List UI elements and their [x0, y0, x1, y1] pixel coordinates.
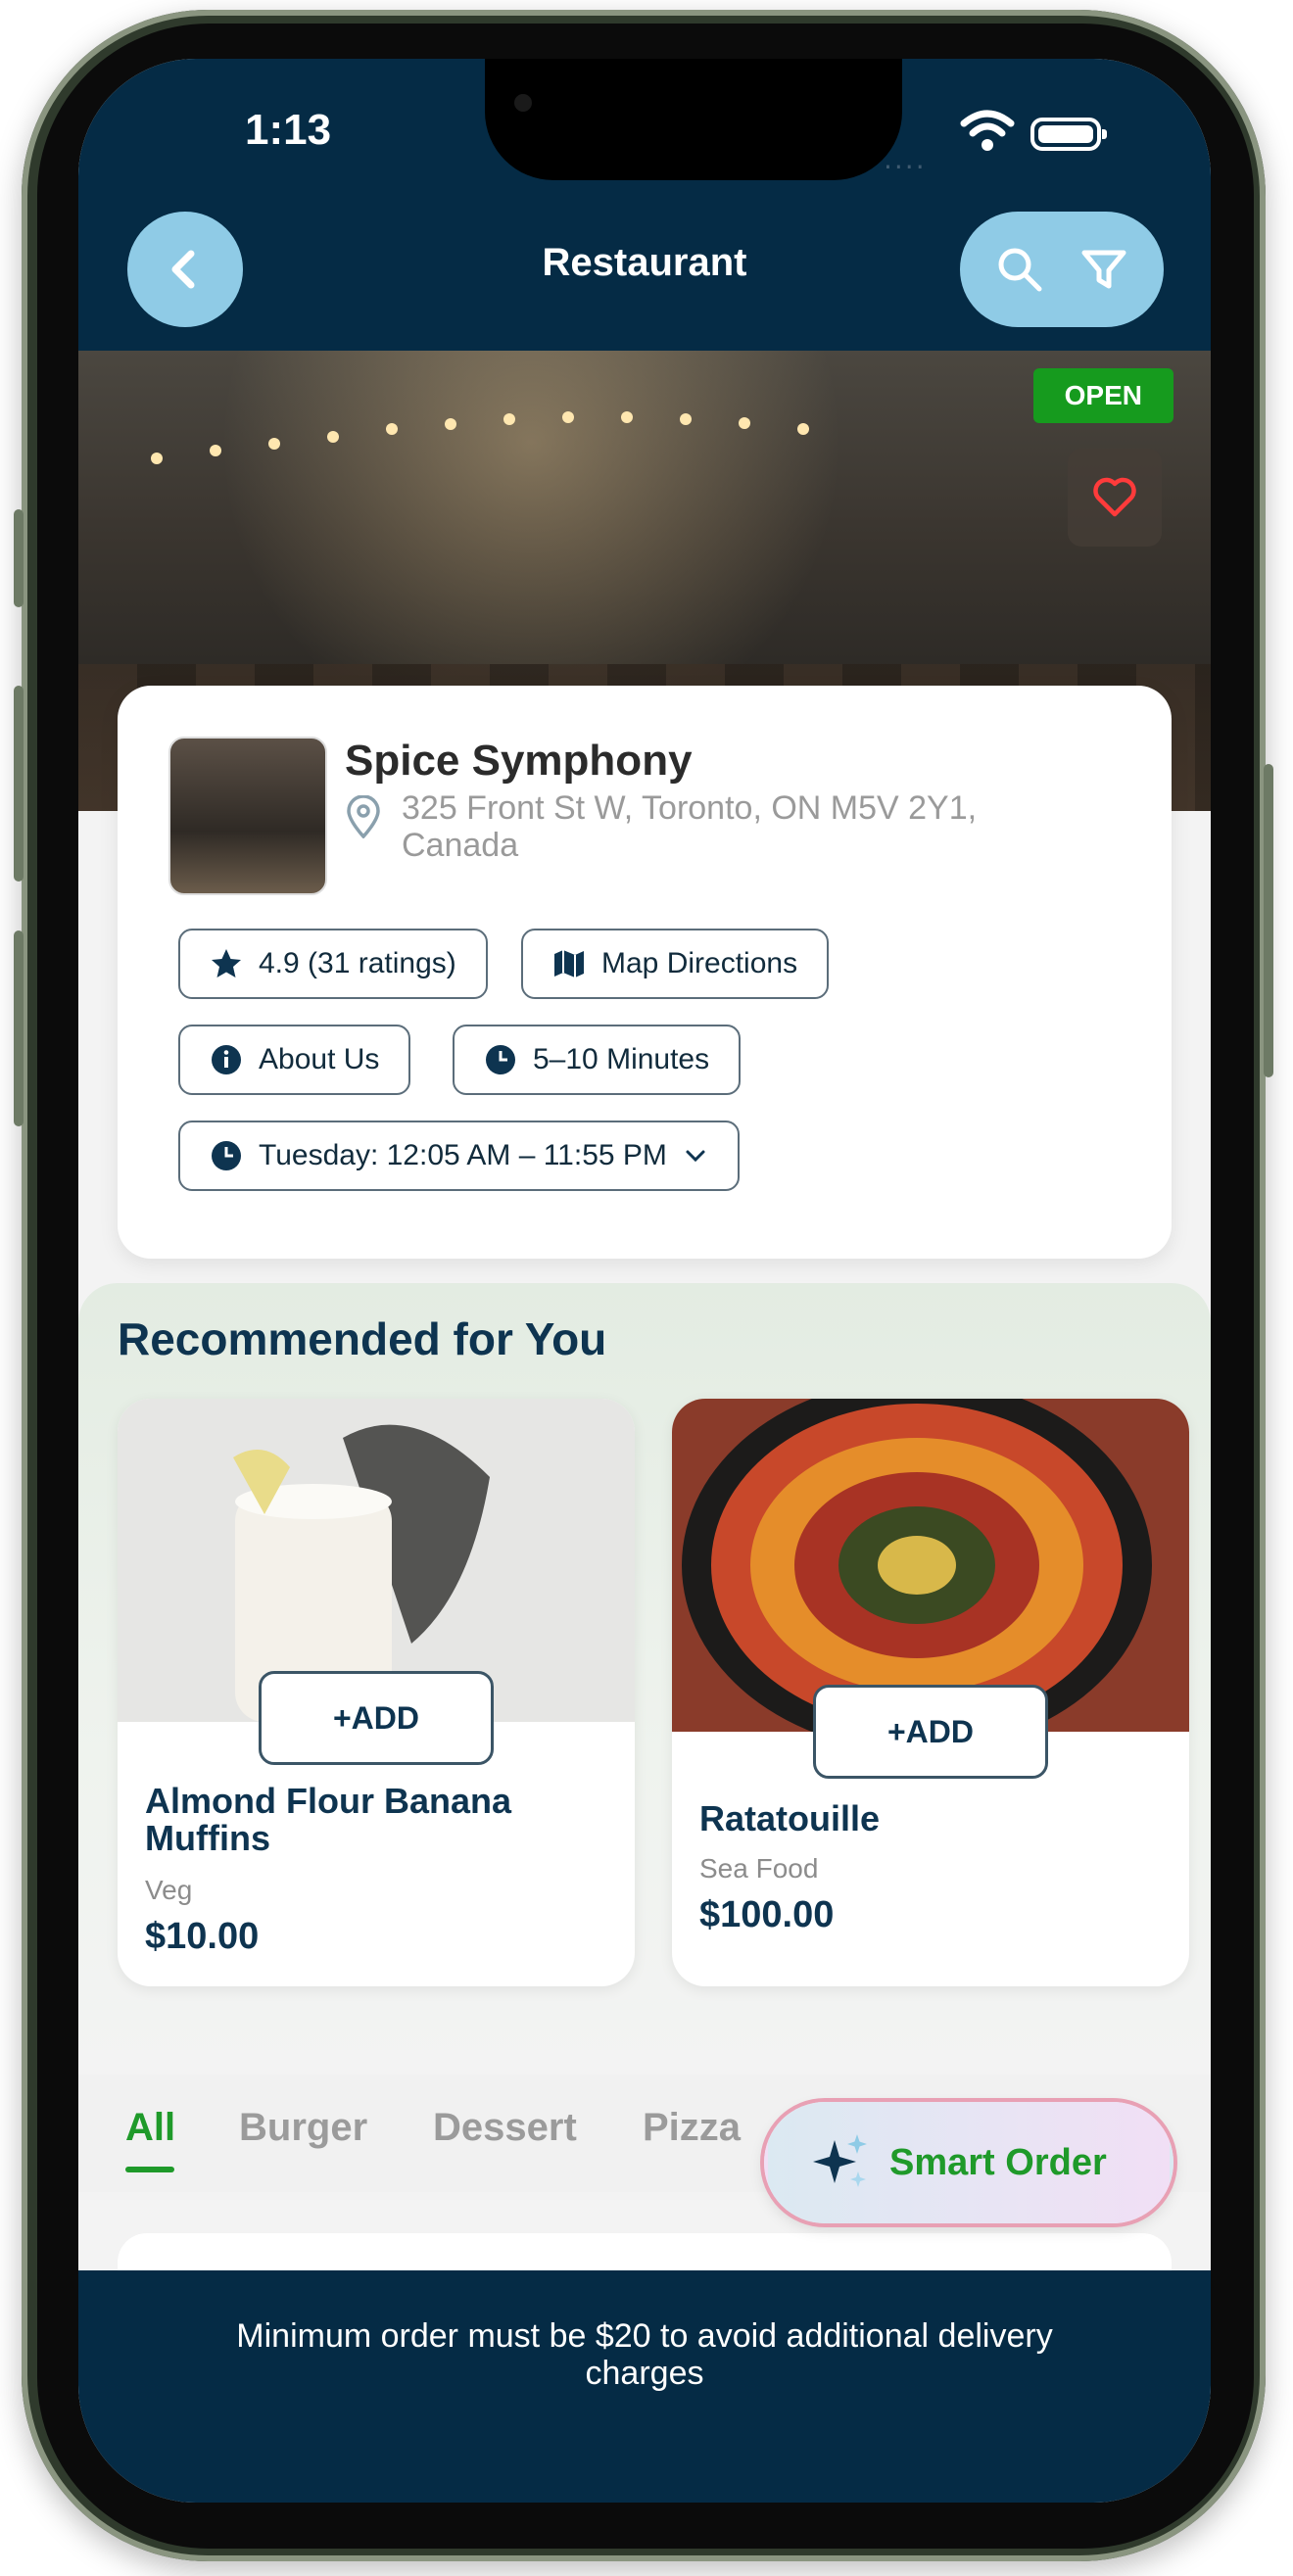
banner-text: Minimum order must be $20 to avoid addit… — [236, 2317, 1053, 2392]
star-icon — [212, 949, 241, 978]
add-to-cart-button[interactable]: +ADD — [813, 1685, 1048, 1779]
smart-order-button[interactable]: Smart Order — [764, 2102, 1173, 2223]
restaurant-thumbnail — [168, 737, 327, 895]
power-button — [1264, 764, 1273, 1077]
info-icon — [212, 1045, 241, 1074]
tab-pizza[interactable]: Pizza — [643, 2106, 741, 2150]
opening-hours-dropdown[interactable]: Tuesday: 12:05 AM – 11:55 PM — [178, 1121, 740, 1191]
delivery-time-text: 5–10 Minutes — [533, 1043, 710, 1075]
active-tab-indicator — [125, 2167, 174, 2172]
restaurant-address: 325 Front St W, Toronto, ON M5V 2Y1, Can… — [402, 789, 978, 864]
dynamic-island — [485, 59, 902, 180]
food-card[interactable]: +ADD Almond Flour Banana Muffins Veg $10… — [118, 1399, 635, 1986]
food-name: Almond Flour Banana Muffins — [145, 1781, 512, 1858]
status-time: 1:13 — [245, 106, 332, 154]
signal-indicator: .... — [884, 143, 927, 175]
heart-icon — [1093, 477, 1136, 517]
food-price: $100.00 — [699, 1894, 835, 1935]
sparkle-icon — [813, 2134, 867, 2187]
restaurant-info-card: Spice Symphony 325 Front St W, Toronto, … — [118, 686, 1172, 1259]
food-category: Sea Food — [699, 1853, 819, 1884]
battery-icon — [1030, 118, 1107, 151]
search-icon[interactable] — [995, 245, 1044, 294]
camera-dot — [514, 94, 532, 112]
rating-text: 4.9 (31 ratings) — [259, 947, 456, 979]
map-directions-chip[interactable]: Map Directions — [521, 929, 830, 999]
favorite-button[interactable] — [1068, 449, 1162, 547]
smart-order-label: Smart Order — [889, 2141, 1107, 2183]
opening-hours-text: Tuesday: 12:05 AM – 11:55 PM — [259, 1139, 667, 1171]
location-pin-icon — [347, 795, 380, 838]
battery-level — [1038, 125, 1093, 143]
delivery-time-chip[interactable]: 5–10 Minutes — [453, 1025, 742, 1095]
clock-icon — [212, 1141, 241, 1170]
food-price: $10.00 — [145, 1916, 260, 1957]
restaurant-name: Spice Symphony — [345, 737, 693, 785]
about-us-text: About Us — [259, 1043, 380, 1075]
volume-down-button — [14, 930, 24, 1126]
wifi-icon — [960, 110, 1015, 151]
minimum-order-banner: Minimum order must be $20 to avoid addit… — [78, 2270, 1211, 2503]
tab-dessert[interactable]: Dessert — [433, 2106, 577, 2150]
tab-burger[interactable]: Burger — [239, 2106, 367, 2150]
clock-icon — [486, 1045, 515, 1074]
food-category: Veg — [145, 1875, 193, 1905]
chevron-down-icon — [686, 1150, 705, 1163]
add-to-cart-button[interactable]: +ADD — [259, 1671, 494, 1765]
food-name: Ratatouille — [699, 1798, 881, 1838]
tab-all[interactable]: All — [125, 2106, 175, 2150]
food-image — [672, 1399, 1189, 1732]
header-actions — [960, 212, 1164, 327]
food-card[interactable]: +ADD Ratatouille Sea Food $100.00 — [672, 1399, 1189, 1986]
volume-up-button — [14, 686, 24, 882]
action-button — [14, 509, 24, 607]
map-icon — [554, 950, 584, 978]
rating-chip[interactable]: 4.9 (31 ratings) — [178, 929, 488, 999]
section-title: Recommended for You — [118, 1313, 607, 1364]
status-badge: OPEN — [1032, 368, 1173, 423]
app-screen: 1:13 .... Restaurant OPEN Spice Symphony… — [78, 59, 1211, 2503]
map-directions-text: Map Directions — [601, 947, 798, 979]
filter-icon[interactable] — [1079, 245, 1128, 294]
about-us-chip[interactable]: About Us — [178, 1025, 411, 1095]
